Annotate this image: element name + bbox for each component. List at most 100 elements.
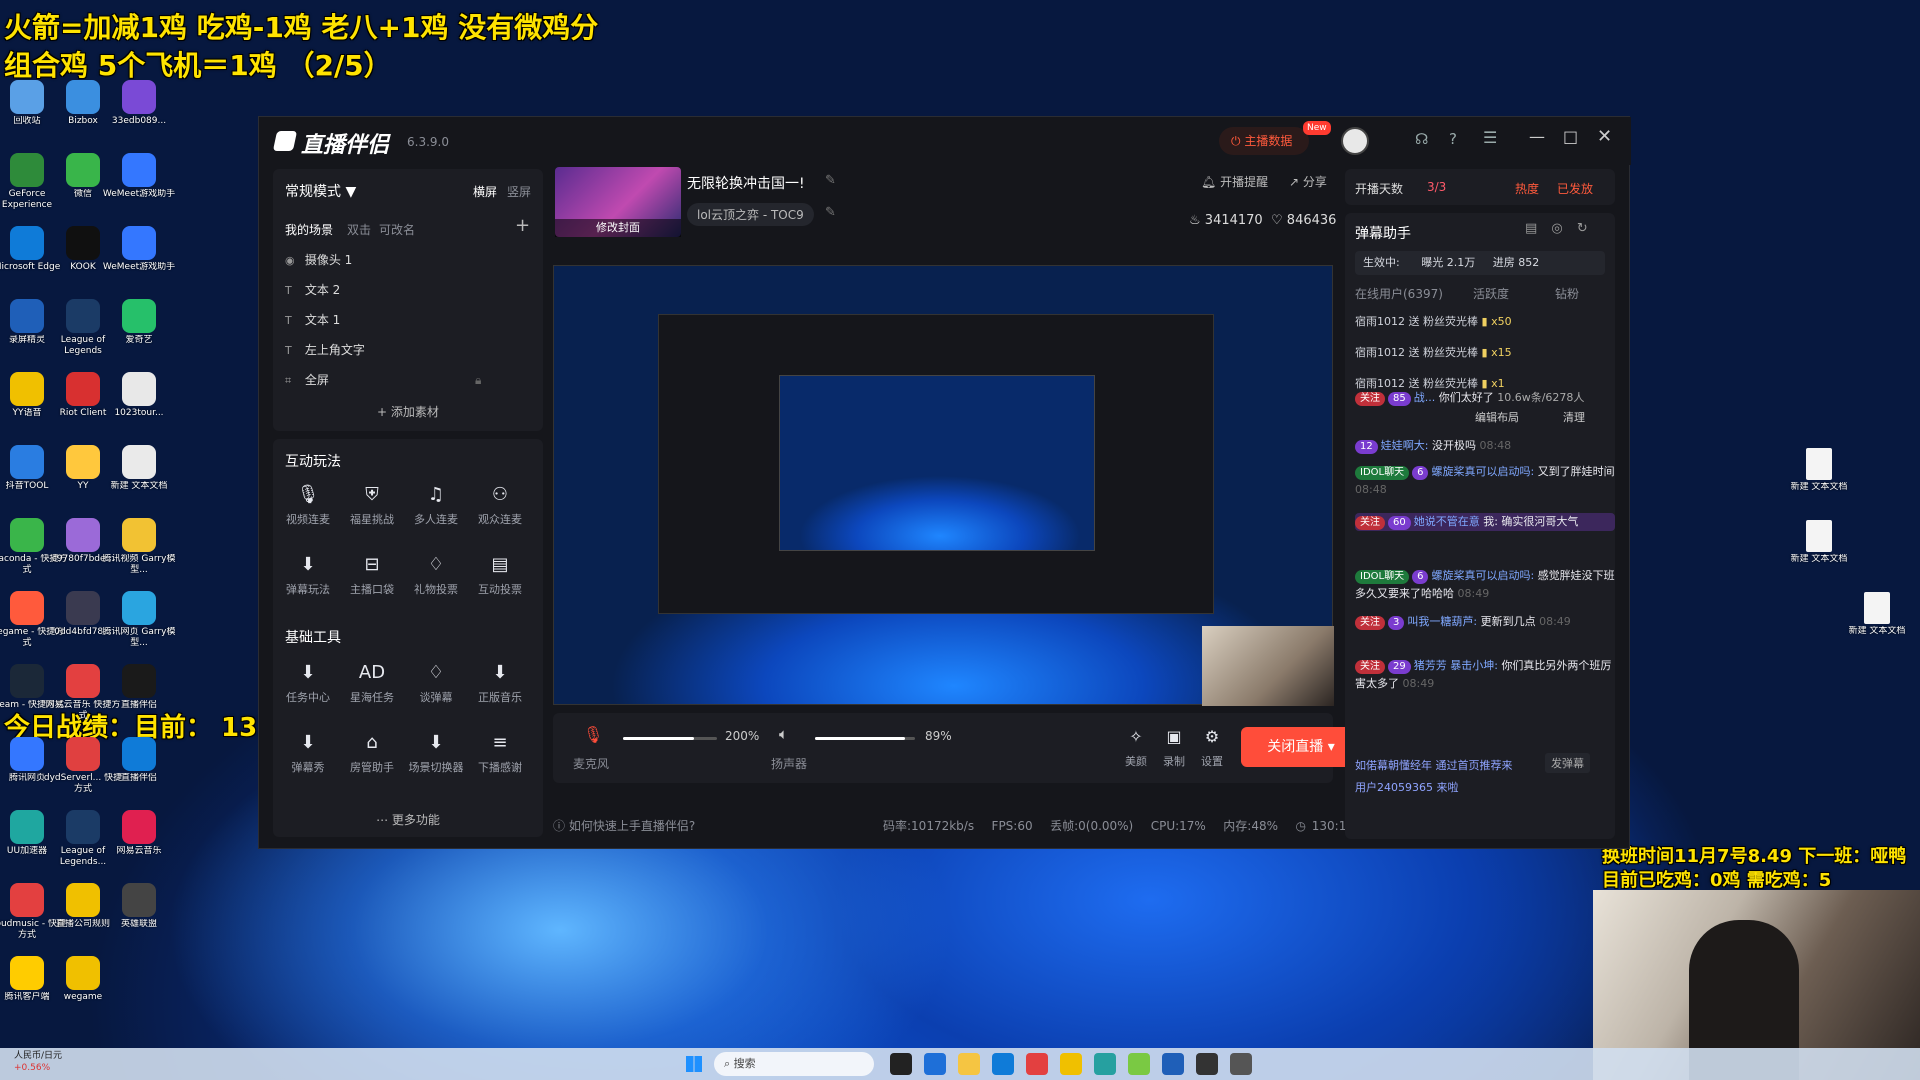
settings-button[interactable]: ⚙ 设置 xyxy=(1181,721,1243,769)
message-user[interactable]: 猪芳芳 暴击小坤: xyxy=(1414,659,1498,672)
tool-button[interactable]: ▤ 互动投票 xyxy=(469,549,531,597)
tool-button[interactable]: ⬇ 正版音乐 xyxy=(469,657,531,705)
tool-button[interactable]: AD 星海任务 xyxy=(341,657,403,705)
live-remind-button[interactable]: 🔔︎ 开播提醒 xyxy=(1201,173,1268,190)
tool-button[interactable]: ⌂ 房管助手 xyxy=(341,727,403,775)
danmaku-message[interactable]: 关注 60 她说不管在意 我: 确实很河哥大气 xyxy=(1355,513,1615,531)
tool-button[interactable]: ♫ 多人连麦 xyxy=(405,479,467,527)
edit-category-icon[interactable]: ✎ xyxy=(825,205,836,220)
scene-tab-mine[interactable]: 我的场景 xyxy=(285,221,333,238)
menu-icon[interactable]: ☰ xyxy=(1483,128,1497,147)
start-icon[interactable] xyxy=(686,1056,702,1072)
taskbar-app-icon[interactable] xyxy=(1128,1053,1150,1075)
speaker-slider[interactable] xyxy=(815,737,915,740)
desktop-icon[interactable]: 直播伴侣 xyxy=(98,662,180,742)
desktop-icon[interactable]: 新建 文本文档 xyxy=(1836,590,1918,670)
user-avatar[interactable] xyxy=(1341,127,1369,155)
desktop-icon[interactable]: 英雄联盟 xyxy=(98,881,180,961)
minimize-icon[interactable]: — xyxy=(1529,127,1545,146)
more-functions-button[interactable]: ⋯ 更多功能 xyxy=(273,811,543,828)
danmaku-message[interactable]: 12 娃娃啊大: 没开极吗 08:48 xyxy=(1355,437,1615,455)
danmaku-message[interactable]: IDOL聊天 6 螺旋桨真可以启动吗: 又到了胖娃时间 08:48 xyxy=(1355,463,1615,499)
desktop-icon[interactable]: 新建 文本文档 xyxy=(1778,446,1860,526)
scene-item[interactable]: T 文本 2 xyxy=(285,277,531,303)
stream-title[interactable]: 无限轮换冲击国一! xyxy=(687,173,805,193)
message-user[interactable]: 叫我一糖葫芦: xyxy=(1407,615,1477,628)
taskbar-app-icon[interactable] xyxy=(958,1053,980,1075)
anchor-data-button[interactable]: ⏻ 主播数据 xyxy=(1219,127,1309,155)
taskbar-app-icon[interactable] xyxy=(1026,1053,1048,1075)
desktop-icon[interactable]: wegame xyxy=(42,954,124,1034)
danmaku-message[interactable]: 关注 85 战... 你们太好了 10.6w条/6278人 xyxy=(1355,389,1615,407)
hot-label[interactable]: 热度 xyxy=(1515,180,1539,197)
scene-item[interactable]: T 左上角文字 xyxy=(285,337,531,363)
tool-button[interactable]: 🎙︎ 视频连麦 xyxy=(277,479,339,527)
tool-button[interactable]: ♢ 谈弹幕 xyxy=(405,657,467,705)
danmaku-message[interactable]: 关注 29 猪芳芳 暴击小坤: 你们真比另外两个班厉害太多了 08:49 xyxy=(1355,657,1615,693)
mic-icon[interactable]: 🎙︎ xyxy=(583,725,603,744)
sent-label[interactable]: 已发放 xyxy=(1557,180,1593,197)
desktop-icon[interactable]: 新建 文本文档 xyxy=(98,443,180,523)
share-button[interactable]: ↗ 分享 xyxy=(1289,173,1327,190)
scene-item[interactable]: ⌗ 全屏 🔒︎ xyxy=(285,367,531,393)
taskbar-app-icon[interactable] xyxy=(1162,1053,1184,1075)
tool-button[interactable]: ♢ 礼物投票 xyxy=(405,549,467,597)
message-user[interactable]: 战... xyxy=(1414,391,1436,404)
maximize-icon[interactable]: □ xyxy=(1563,127,1578,146)
scene-item[interactable]: ◉ 摄像头 1 xyxy=(285,247,531,273)
edit-title-icon[interactable]: ✎ xyxy=(825,173,836,188)
desktop-icon[interactable]: 爱奇艺 xyxy=(98,297,180,377)
tool-button[interactable]: ⚇ 观众连麦 xyxy=(469,479,531,527)
tool-button[interactable]: ⬇ 场景切换器 xyxy=(405,727,467,775)
tool-button[interactable]: ⬇ 任务中心 xyxy=(277,657,339,705)
taskbar-app-icon[interactable] xyxy=(890,1053,912,1075)
stream-category[interactable]: lol云顶之弈 - TOC9 xyxy=(687,203,814,226)
help-link[interactable]: ⓘ 如何快速上手直播伴侣? xyxy=(553,817,695,834)
desktop-icon[interactable]: 腾讯视频 Garry模型... xyxy=(98,516,180,596)
tool-button[interactable]: ≡ 下播感谢 xyxy=(469,727,531,775)
tool-button[interactable]: ⊟ 主播口袋 xyxy=(341,549,403,597)
portrait-toggle[interactable]: 竖屏 xyxy=(507,183,531,200)
close-icon[interactable]: ✕ xyxy=(1597,126,1612,147)
message-user[interactable]: 她说不管在意 xyxy=(1414,515,1480,528)
taskbar-app-icon[interactable] xyxy=(1230,1053,1252,1075)
help-icon[interactable]: ? xyxy=(1449,130,1457,148)
speaker-icon[interactable]: 🔈︎ xyxy=(779,725,788,743)
desktop-icon[interactable]: 1023tour... xyxy=(98,370,180,450)
desktop-icon[interactable]: 新建 文本文档 xyxy=(1778,518,1860,598)
desktop-icon[interactable]: 33edb089... xyxy=(98,78,180,158)
tool-button[interactable]: ⬇ 弹幕玩法 xyxy=(277,549,339,597)
taskbar-app-icon[interactable] xyxy=(1060,1053,1082,1075)
desktop-icon[interactable]: WeMeet游戏助手 xyxy=(98,151,180,231)
tab-diamond-fans[interactable]: 钻粉 xyxy=(1555,285,1579,302)
danmaku-tools[interactable]: ▤ ◎ ↻ xyxy=(1525,221,1588,236)
stop-live-button[interactable]: 关闭直播 ▾ xyxy=(1241,727,1361,767)
weather-widget[interactable]: 人民币/日元 +0.56% xyxy=(14,1050,62,1074)
tool-button[interactable]: ⛨ 福星挑战 xyxy=(341,479,403,527)
taskbar-app-icon[interactable] xyxy=(992,1053,1014,1075)
message-user[interactable]: 娃娃啊大: xyxy=(1381,439,1429,452)
add-material-button[interactable]: + 添加素材 xyxy=(273,403,543,420)
stream-cover[interactable]: 修改封面 xyxy=(555,167,681,237)
add-scene-icon[interactable]: + xyxy=(515,215,530,236)
message-user[interactable]: 螺旋桨真可以启动吗: xyxy=(1431,465,1534,478)
edit-layout-button[interactable]: 编辑布局 xyxy=(1475,409,1519,425)
landscape-toggle[interactable]: 横屏 xyxy=(473,183,497,200)
desktop-icon[interactable]: WeMeet游戏助手 xyxy=(98,224,180,304)
taskbar-app-icon[interactable] xyxy=(1196,1053,1218,1075)
desktop-icon[interactable]: 直播伴侣 xyxy=(98,735,180,815)
send-danmaku-button[interactable]: 发弹幕 xyxy=(1545,753,1590,773)
scene-item[interactable]: T 文本 1 xyxy=(285,307,531,333)
mode-selector[interactable]: 常规模式 ▼ xyxy=(285,181,356,201)
tool-button[interactable]: ⬇ 弹幕秀 xyxy=(277,727,339,775)
lock-icon[interactable]: 🔒︎ xyxy=(475,367,481,393)
headset-icon[interactable]: ☊ xyxy=(1415,130,1428,148)
desktop-icon[interactable]: 网易云音乐 xyxy=(98,808,180,888)
tab-activity[interactable]: 活跃度 xyxy=(1473,285,1509,302)
danmaku-message[interactable]: 关注 3 叫我一糖葫芦: 更新到几点 08:49 xyxy=(1355,613,1615,631)
message-user[interactable]: 螺旋桨真可以启动吗: xyxy=(1431,569,1534,582)
taskbar-app-icon[interactable] xyxy=(1094,1053,1116,1075)
taskbar-search[interactable]: ⌕ 搜索 xyxy=(714,1052,874,1076)
danmaku-message[interactable]: IDOL聊天 6 螺旋桨真可以启动吗: 感觉胖娃没下班多久又要来了哈哈哈 08:49 xyxy=(1355,567,1615,603)
desktop-icon[interactable]: 腾讯网页 Garry模型... xyxy=(98,589,180,669)
